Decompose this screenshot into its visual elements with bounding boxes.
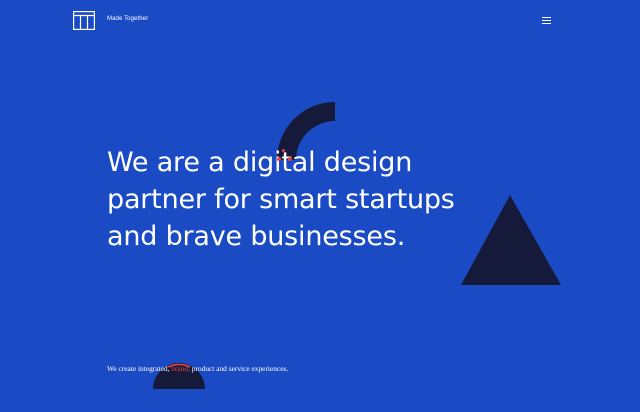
made-together-logo-icon[interactable] bbox=[73, 11, 95, 30]
logo-mark bbox=[73, 11, 95, 30]
tagline-text: We create integrated, bbox=[107, 364, 172, 373]
accent-dot bbox=[277, 157, 281, 161]
headline-line: partner for smart startups bbox=[107, 184, 455, 215]
brand-name[interactable]: Made Together bbox=[107, 15, 148, 23]
page: Made Together We are a digital design pa… bbox=[0, 0, 640, 412]
accent-dot bbox=[288, 157, 292, 161]
menu-lines bbox=[541, 16, 551, 24]
headline-line: and brave businesses. bbox=[107, 221, 406, 252]
accent-dot bbox=[282, 149, 285, 152]
hero-headline: We are a digital design partner for smar… bbox=[107, 144, 527, 255]
hamburger-menu-icon[interactable] bbox=[540, 14, 552, 26]
tagline-text: product and service experiences. bbox=[189, 364, 289, 373]
headline-line: We are a digital design bbox=[107, 147, 413, 178]
tagline-highlight: brand, bbox=[171, 364, 190, 373]
tagline: We create integrated, brand, product and… bbox=[107, 364, 288, 374]
